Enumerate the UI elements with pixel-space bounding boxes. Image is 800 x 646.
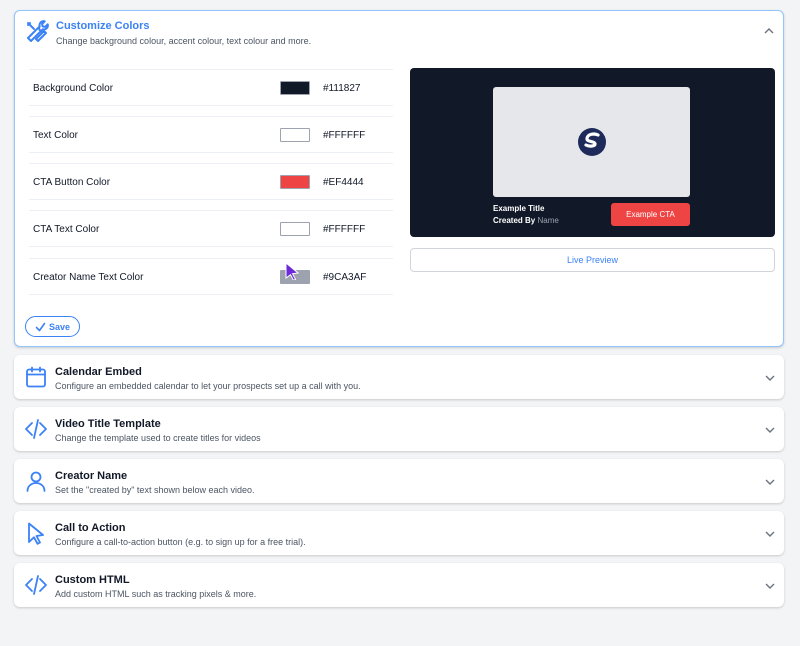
chevron-up-icon[interactable] <box>763 25 775 37</box>
color-row-cta-button: CTA Button Color #EF4444 <box>29 163 393 200</box>
code-icon <box>25 575 47 595</box>
user-icon <box>26 471 46 492</box>
panel-title: Creator Name <box>55 470 128 482</box>
preview-thumbnail <box>493 87 690 197</box>
panel-title: Calendar Embed <box>55 366 142 378</box>
color-swatch-picker[interactable] <box>280 128 310 142</box>
live-preview-button[interactable]: Live Preview <box>410 248 775 272</box>
chevron-down-icon[interactable] <box>764 580 776 592</box>
video-preview: Example Title Created By Name Example CT… <box>410 68 775 237</box>
panel-subtitle: Set the "created by" text shown below ea… <box>55 485 255 495</box>
panel-title: Video Title Template <box>55 418 161 430</box>
color-row-text: Text Color #FFFFFF <box>29 116 393 153</box>
color-row-creator-name: Creator Name Text Color #9CA3AF <box>29 258 393 295</box>
color-row-label: Creator Name Text Color <box>33 272 144 283</box>
video-title-template-panel[interactable]: Video Title Template Change the template… <box>14 407 784 451</box>
panel-subtitle: Change the template used to create title… <box>55 433 261 443</box>
call-to-action-panel[interactable]: Call to Action Configure a call-to-actio… <box>14 511 784 555</box>
brand-logo-icon <box>578 128 606 156</box>
color-row-label: Background Color <box>33 83 114 94</box>
color-row-background: Background Color #111827 <box>29 69 393 106</box>
cursor-arrow-icon <box>28 522 44 545</box>
preview-creator-name: Name <box>537 216 559 225</box>
color-hex-value[interactable]: #111827 <box>323 83 360 94</box>
preview-created-by-label: Created By <box>493 216 536 225</box>
panel-subtitle: Add custom HTML such as tracking pixels … <box>55 589 257 599</box>
color-swatch-picker[interactable] <box>280 175 310 189</box>
calendar-icon <box>26 366 46 388</box>
check-icon <box>35 322 46 332</box>
color-row-label: CTA Button Color <box>33 177 111 188</box>
preview-title: Example Title <box>493 204 545 213</box>
panel-title: Customize Colors <box>56 20 150 32</box>
save-button-label: Save <box>49 322 71 332</box>
panel-subtitle: Change background colour, accent colour,… <box>56 36 312 46</box>
color-hex-value[interactable]: #EF4444 <box>323 177 364 188</box>
color-swatch-picker[interactable] <box>280 81 310 95</box>
color-swatch-picker[interactable] <box>280 222 310 236</box>
color-row-label: Text Color <box>33 130 79 141</box>
color-hex-value[interactable]: #9CA3AF <box>323 272 366 283</box>
panel-subtitle: Configure a call-to-action button (e.g. … <box>55 537 306 547</box>
custom-html-panel[interactable]: Custom HTML Add custom HTML such as trac… <box>14 563 784 607</box>
color-hex-value[interactable]: #FFFFFF <box>323 130 365 141</box>
panel-title: Call to Action <box>55 522 126 534</box>
code-icon <box>25 419 47 439</box>
preview-cta-button[interactable]: Example CTA <box>611 203 690 226</box>
panel-title: Custom HTML <box>55 574 130 586</box>
chevron-down-icon[interactable] <box>764 424 776 436</box>
panel-subtitle: Configure an embedded calendar to let yo… <box>55 381 361 391</box>
mouse-pointer-icon <box>285 262 299 280</box>
calendar-embed-panel[interactable]: Calendar Embed Configure an embedded cal… <box>14 355 784 399</box>
color-row-cta-text: CTA Text Color #FFFFFF <box>29 210 393 247</box>
chevron-down-icon[interactable] <box>764 372 776 384</box>
chevron-down-icon[interactable] <box>764 528 776 540</box>
save-button[interactable]: Save <box>25 316 80 337</box>
customize-colors-panel: Customize Colors Change background colou… <box>14 10 784 347</box>
tools-icon <box>27 20 49 42</box>
color-row-label: CTA Text Color <box>33 224 100 235</box>
customize-colors-header[interactable]: Customize Colors Change background colou… <box>15 11 783 59</box>
color-hex-value[interactable]: #FFFFFF <box>323 224 365 235</box>
chevron-down-icon[interactable] <box>764 476 776 488</box>
preview-created-by: Created By Name <box>493 216 559 225</box>
creator-name-panel[interactable]: Creator Name Set the "created by" text s… <box>14 459 784 503</box>
